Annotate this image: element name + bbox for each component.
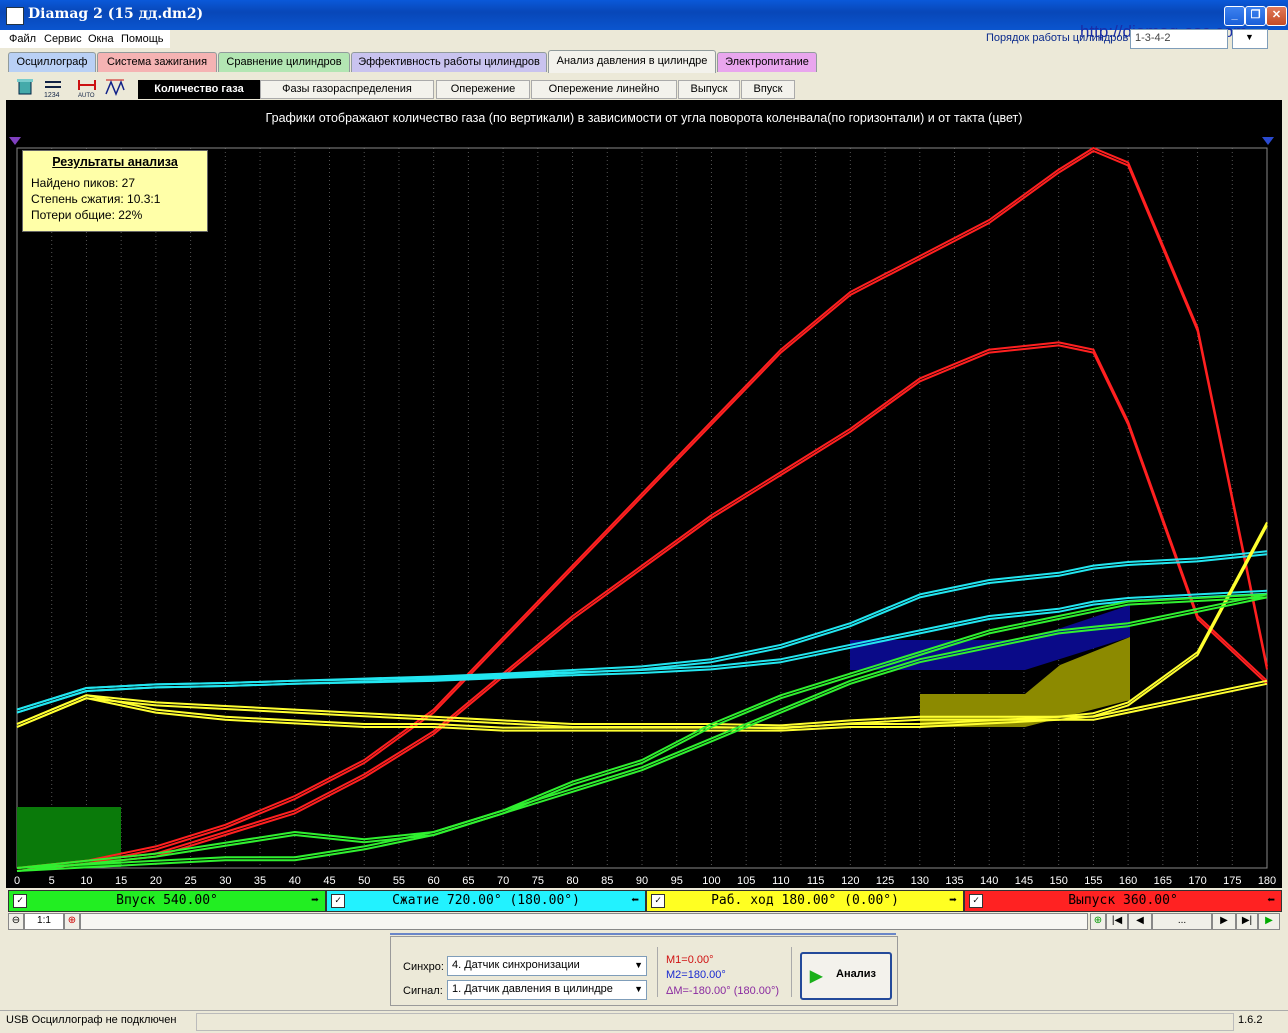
x-tick-label: 105 [736, 875, 756, 887]
x-tick-label: 40 [288, 875, 301, 887]
x-tick-label: 5 [48, 875, 55, 887]
x-tick-label: 45 [323, 875, 336, 887]
x-tick-label: 150 [1049, 875, 1068, 887]
last-page-icon[interactable]: ▶| [1236, 913, 1258, 930]
analysis-button-label: Анализ [836, 968, 876, 980]
chevron-down-icon: ▼ [634, 984, 643, 994]
marker-m2[interactable] [1262, 137, 1274, 145]
results-losses: Потери общие: 22% [31, 208, 143, 222]
zoom-level: 1:1 [24, 913, 64, 930]
checkbox-power[interactable]: ✓ [651, 894, 665, 908]
phase-power[interactable]: ✓ Раб. ход 180.00° (0.00°) ➡ [646, 890, 964, 912]
results-compression: Степень сжатия: 10.3:1 [31, 192, 161, 206]
x-tick-label: 20 [149, 875, 162, 887]
status-text: USB Осциллограф не подключен [6, 1014, 177, 1026]
x-tick-label: 130 [910, 875, 929, 887]
zoom-out-icon[interactable]: ⊖ [8, 913, 24, 930]
marker-m2-value: M2=180.00° [666, 969, 726, 981]
x-tick-label: 170 [1188, 875, 1207, 887]
x-tick-label: 110 [772, 875, 790, 887]
analysis-button[interactable]: ▶ Анализ [800, 952, 892, 1000]
checkbox-exhaust[interactable]: ✓ [969, 894, 983, 908]
x-tick-label: 120 [841, 875, 860, 887]
x-tick-label: 15 [115, 875, 128, 887]
marker-m1[interactable] [9, 137, 21, 145]
x-tick-label: 35 [253, 875, 267, 887]
x-tick-label: 30 [219, 875, 232, 887]
x-tick-label: 175 [1223, 875, 1242, 887]
x-tick-label: 50 [358, 875, 371, 887]
play-icon[interactable]: ▶ [1258, 913, 1280, 930]
arrow-left-icon[interactable]: ⬅ [1267, 891, 1275, 911]
x-tick-label: 55 [392, 875, 406, 887]
phase-compression-label: Сжатие 720.00° (180.00°) [392, 893, 580, 908]
results-panel: Результаты анализа Найдено пиков: 27 Сте… [22, 150, 208, 232]
x-tick-label: 140 [980, 875, 999, 887]
zoom-in-icon[interactable]: ⊕ [64, 913, 80, 930]
add-marker-icon[interactable]: ⊕ [1090, 913, 1106, 930]
arrow-right-icon[interactable]: ➡ [949, 891, 957, 911]
phase-compression[interactable]: ✓ Сжатие 720.00° (180.00°) ⬅ [326, 890, 646, 912]
x-tick-label: 180 [1257, 875, 1277, 887]
marker-delta-value: ΔM=-180.00° (180.00°) [666, 985, 780, 997]
prev-page-icon[interactable]: ◀ [1128, 913, 1152, 930]
x-tick-label: 115 [806, 875, 825, 887]
x-tick-label: 70 [496, 875, 510, 887]
phase-exhaust-label: Выпуск 360.00° [1068, 893, 1178, 908]
phase-intake[interactable]: ✓ Впуск 540.00° ➡ [8, 890, 326, 912]
x-tick-label: 85 [601, 875, 614, 887]
x-tick-label: 25 [184, 875, 197, 887]
x-tick-label: 90 [635, 875, 649, 887]
chevron-down-icon: ▼ [634, 960, 643, 970]
x-tick-label: 155 [1084, 875, 1103, 887]
version-label: 1.6.2 [1238, 1014, 1263, 1026]
x-tick-label: 125 [875, 875, 895, 887]
results-title: Результаты анализа [52, 155, 178, 169]
x-tick-label: 160 [1118, 875, 1138, 887]
sync-label: Синхро: [403, 961, 444, 973]
sync-select[interactable]: 4. Датчик синхронизации ▼ [447, 956, 647, 976]
x-tick-label: 80 [566, 875, 579, 887]
phase-exhaust[interactable]: ✓ Выпуск 360.00° ⬅ [964, 890, 1282, 912]
signal-label: Сигнал: [403, 985, 443, 997]
x-tick-label: 95 [670, 875, 683, 887]
status-bar: USB Осциллограф не подключен 1.6.2 [0, 1010, 1288, 1033]
next-page-icon[interactable]: ▶ [1212, 913, 1236, 930]
marker-m1-value: M1=0.00° [666, 954, 714, 966]
arrow-left-icon[interactable]: ⬅ [631, 891, 639, 911]
signal-value: 1. Датчик давления в цилиндре [452, 983, 613, 995]
phase-intake-label: Впуск 540.00° [116, 893, 218, 908]
x-tick-label: 165 [1153, 875, 1172, 887]
x-tick-label: 10 [80, 875, 93, 887]
phase-power-label: Раб. ход 180.00° (0.00°) [711, 893, 899, 908]
x-tick-label: 135 [945, 875, 964, 887]
horizontal-scrollbar[interactable] [80, 913, 1088, 930]
page-selector[interactable]: ... [1152, 913, 1212, 930]
x-tick-label: 75 [531, 875, 544, 887]
x-tick-label: 145 [1014, 875, 1034, 887]
arrow-right-icon[interactable]: ➡ [311, 891, 319, 911]
x-tick-label: 0 [13, 875, 21, 887]
signal-select[interactable]: 1. Датчик давления в цилиндре ▼ [447, 980, 647, 1000]
first-page-icon[interactable]: |◀ [1106, 913, 1128, 930]
results-peaks: Найдено пиков: 27 [31, 176, 136, 190]
x-tick-label: 65 [462, 875, 475, 887]
x-tick-label: 60 [427, 875, 440, 887]
sync-value: 4. Датчик синхронизации [452, 959, 580, 971]
x-tick-label: 100 [702, 875, 721, 887]
play-icon: ▶ [810, 968, 823, 985]
plot-caption: Графики отображают количество газа (по в… [265, 111, 1023, 125]
checkbox-intake[interactable]: ✓ [13, 894, 27, 908]
checkbox-compression[interactable]: ✓ [331, 894, 345, 908]
